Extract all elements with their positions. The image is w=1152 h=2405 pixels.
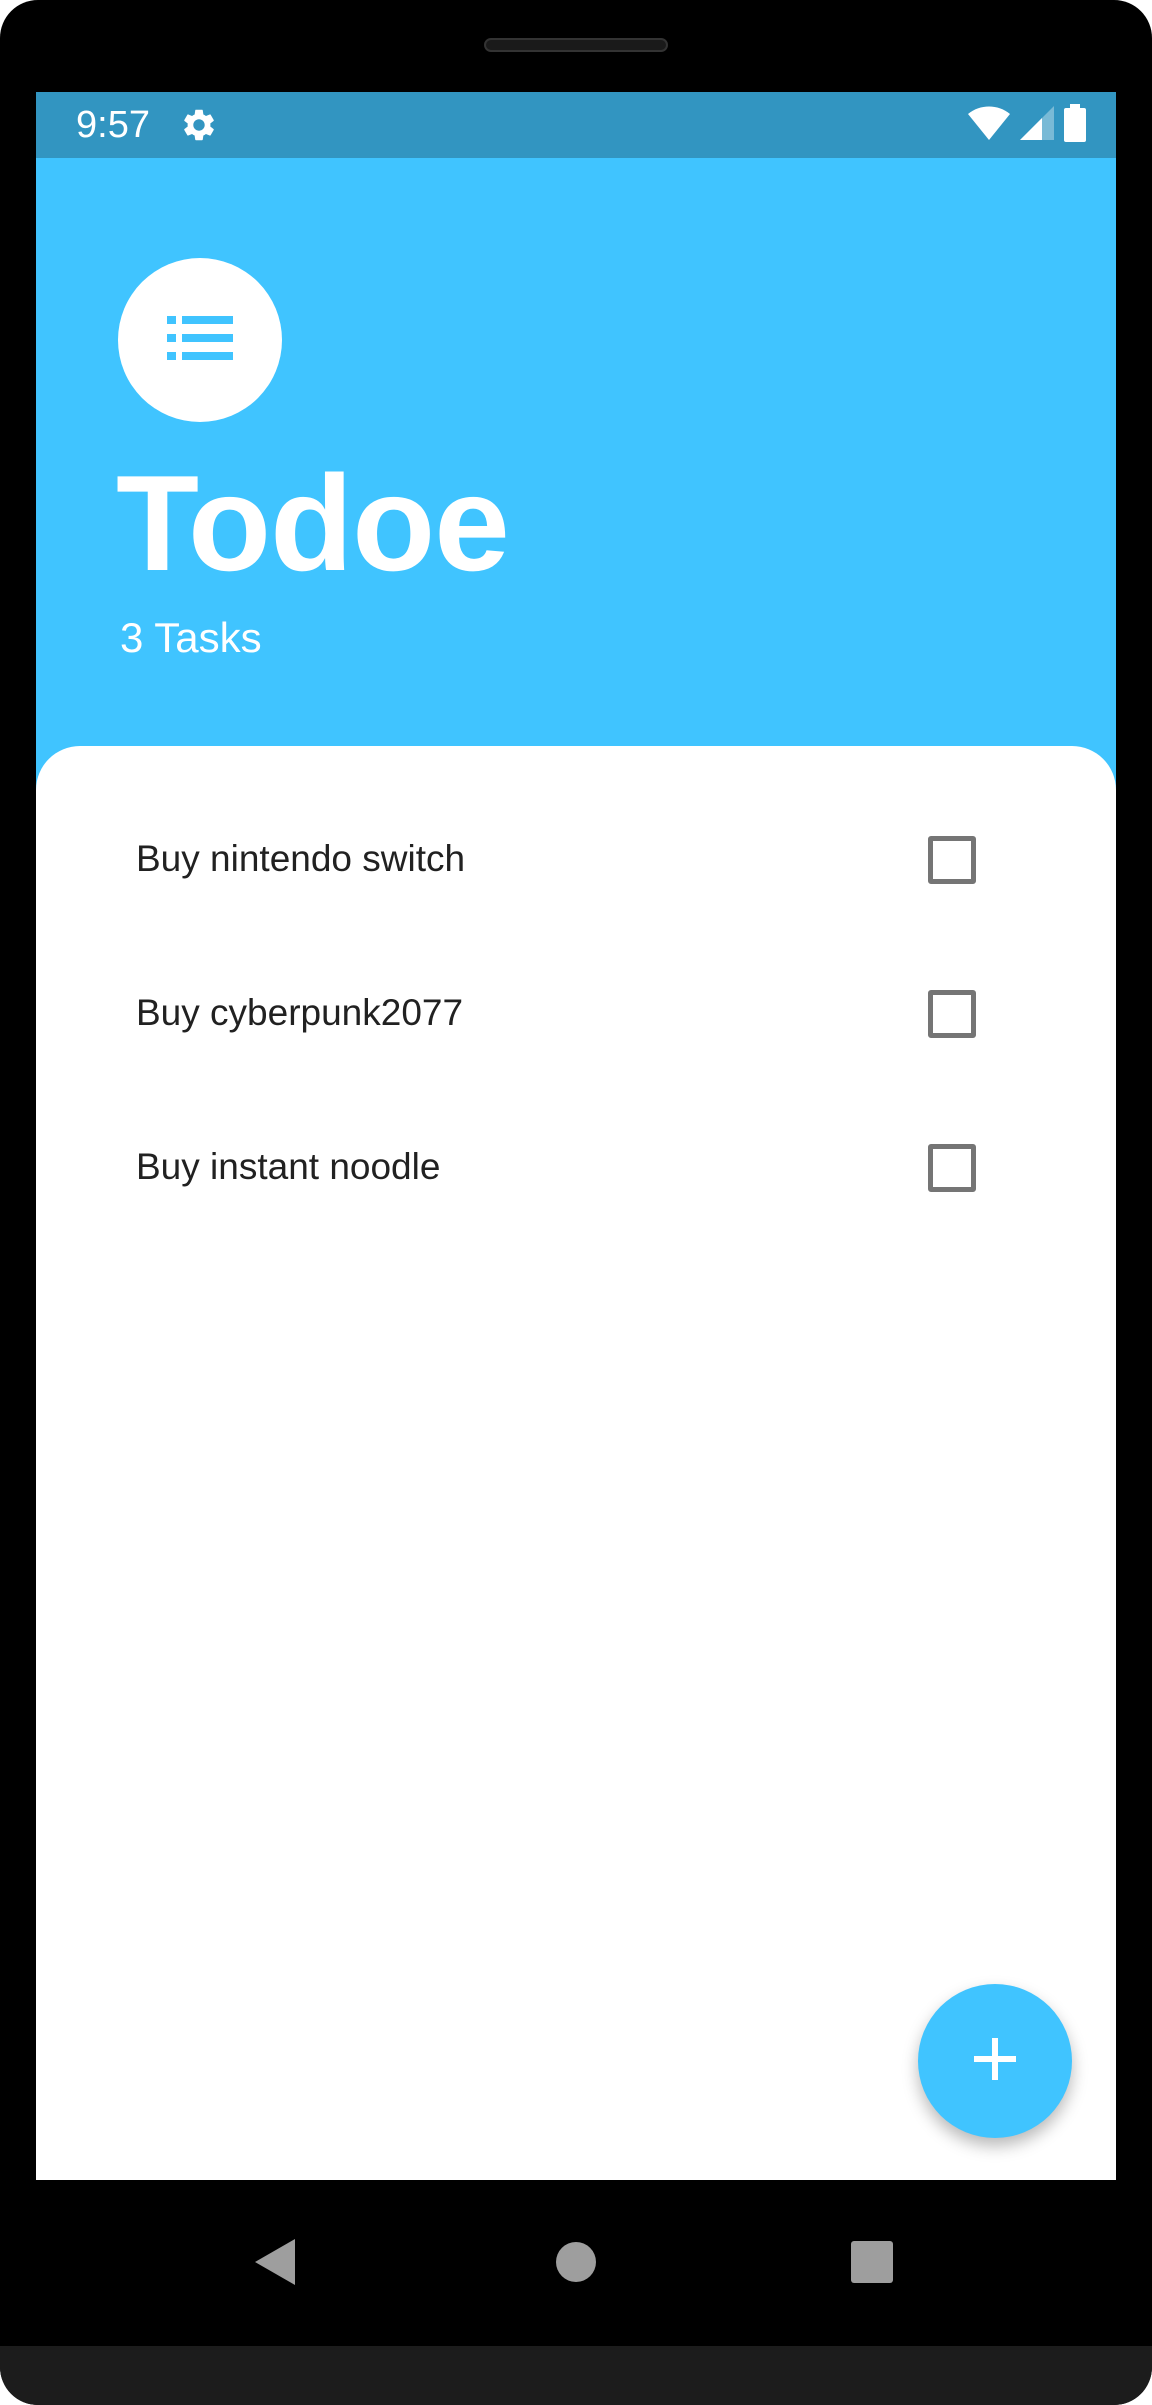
app-screen: 9:57 Todoe 3 Tasks Buy nintendo switch B…: [36, 92, 1116, 2180]
plus-icon: [974, 2037, 1016, 2085]
bottom-bezel: [0, 2346, 1152, 2405]
list-item[interactable]: Buy cyberpunk2077: [36, 990, 1116, 1144]
home-icon: [556, 2241, 596, 2287]
list-item[interactable]: Buy instant noodle: [36, 1144, 1116, 1298]
wifi-icon: [968, 106, 1010, 145]
recents-button[interactable]: [832, 2224, 912, 2304]
app-logo: [118, 258, 282, 422]
task-label: Buy cyberpunk2077: [136, 992, 464, 1033]
list-icon: [167, 315, 233, 365]
task-checkbox[interactable]: [928, 1144, 976, 1192]
gear-icon: [180, 106, 218, 144]
task-panel: Buy nintendo switch Buy cyberpunk2077 Bu…: [36, 746, 1116, 2180]
status-bar: 9:57: [36, 92, 1116, 158]
task-checkbox[interactable]: [928, 990, 976, 1038]
system-nav-bar: [0, 2180, 1152, 2350]
recents-icon: [851, 2240, 893, 2288]
task-checkbox[interactable]: [928, 836, 976, 884]
task-label: Buy instant noodle: [136, 1146, 441, 1187]
home-button[interactable]: [536, 2224, 616, 2304]
battery-icon: [1064, 103, 1086, 147]
cellular-signal-icon: [1020, 105, 1054, 145]
app-title: Todoe: [116, 447, 510, 599]
status-icons: [968, 103, 1086, 147]
status-time: 9:57: [76, 104, 150, 146]
app-header: Todoe 3 Tasks: [36, 158, 1116, 848]
earpiece-speaker: [484, 38, 668, 52]
task-label: Buy nintendo switch: [136, 838, 466, 879]
add-task-button[interactable]: [918, 1984, 1072, 2138]
list-item[interactable]: Buy nintendo switch: [36, 836, 1116, 990]
back-button[interactable]: [236, 2224, 316, 2304]
task-count: 3 Tasks: [120, 614, 262, 661]
task-list: Buy nintendo switch Buy cyberpunk2077 Bu…: [36, 836, 1116, 1298]
back-icon: [255, 2238, 297, 2290]
phone-frame: 9:57 Todoe 3 Tasks Buy nintendo switch B…: [0, 0, 1152, 2405]
